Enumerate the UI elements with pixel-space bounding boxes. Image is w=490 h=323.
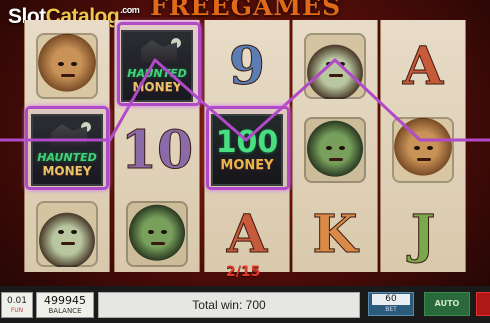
coin-label: FUN	[10, 307, 24, 314]
coin-value-button[interactable]: 0.01 FUN	[1, 292, 33, 318]
win-highlight-reel-1	[25, 106, 109, 190]
total-win-display: Total win: 700	[98, 292, 360, 318]
spin-button[interactable]	[476, 292, 490, 316]
balance-label: BALANCE	[48, 307, 82, 315]
coin-value: 0.01	[6, 296, 28, 306]
bet-label: BET	[385, 306, 397, 313]
auto-button[interactable]: AUTO	[424, 292, 470, 316]
game-stage: FREEGAMES SlotCatalog.com HAUNTED MONEY	[0, 0, 490, 323]
bet-value: 60	[372, 294, 410, 305]
balance-value: 499945	[44, 294, 86, 307]
win-highlight-reel-2	[117, 22, 201, 106]
win-highlight-reel-3	[206, 106, 290, 190]
balance-display: 499945 BALANCE	[36, 292, 94, 318]
free-spins-counter: 2/15	[226, 264, 261, 280]
bet-button[interactable]: 60 BET	[368, 292, 414, 316]
